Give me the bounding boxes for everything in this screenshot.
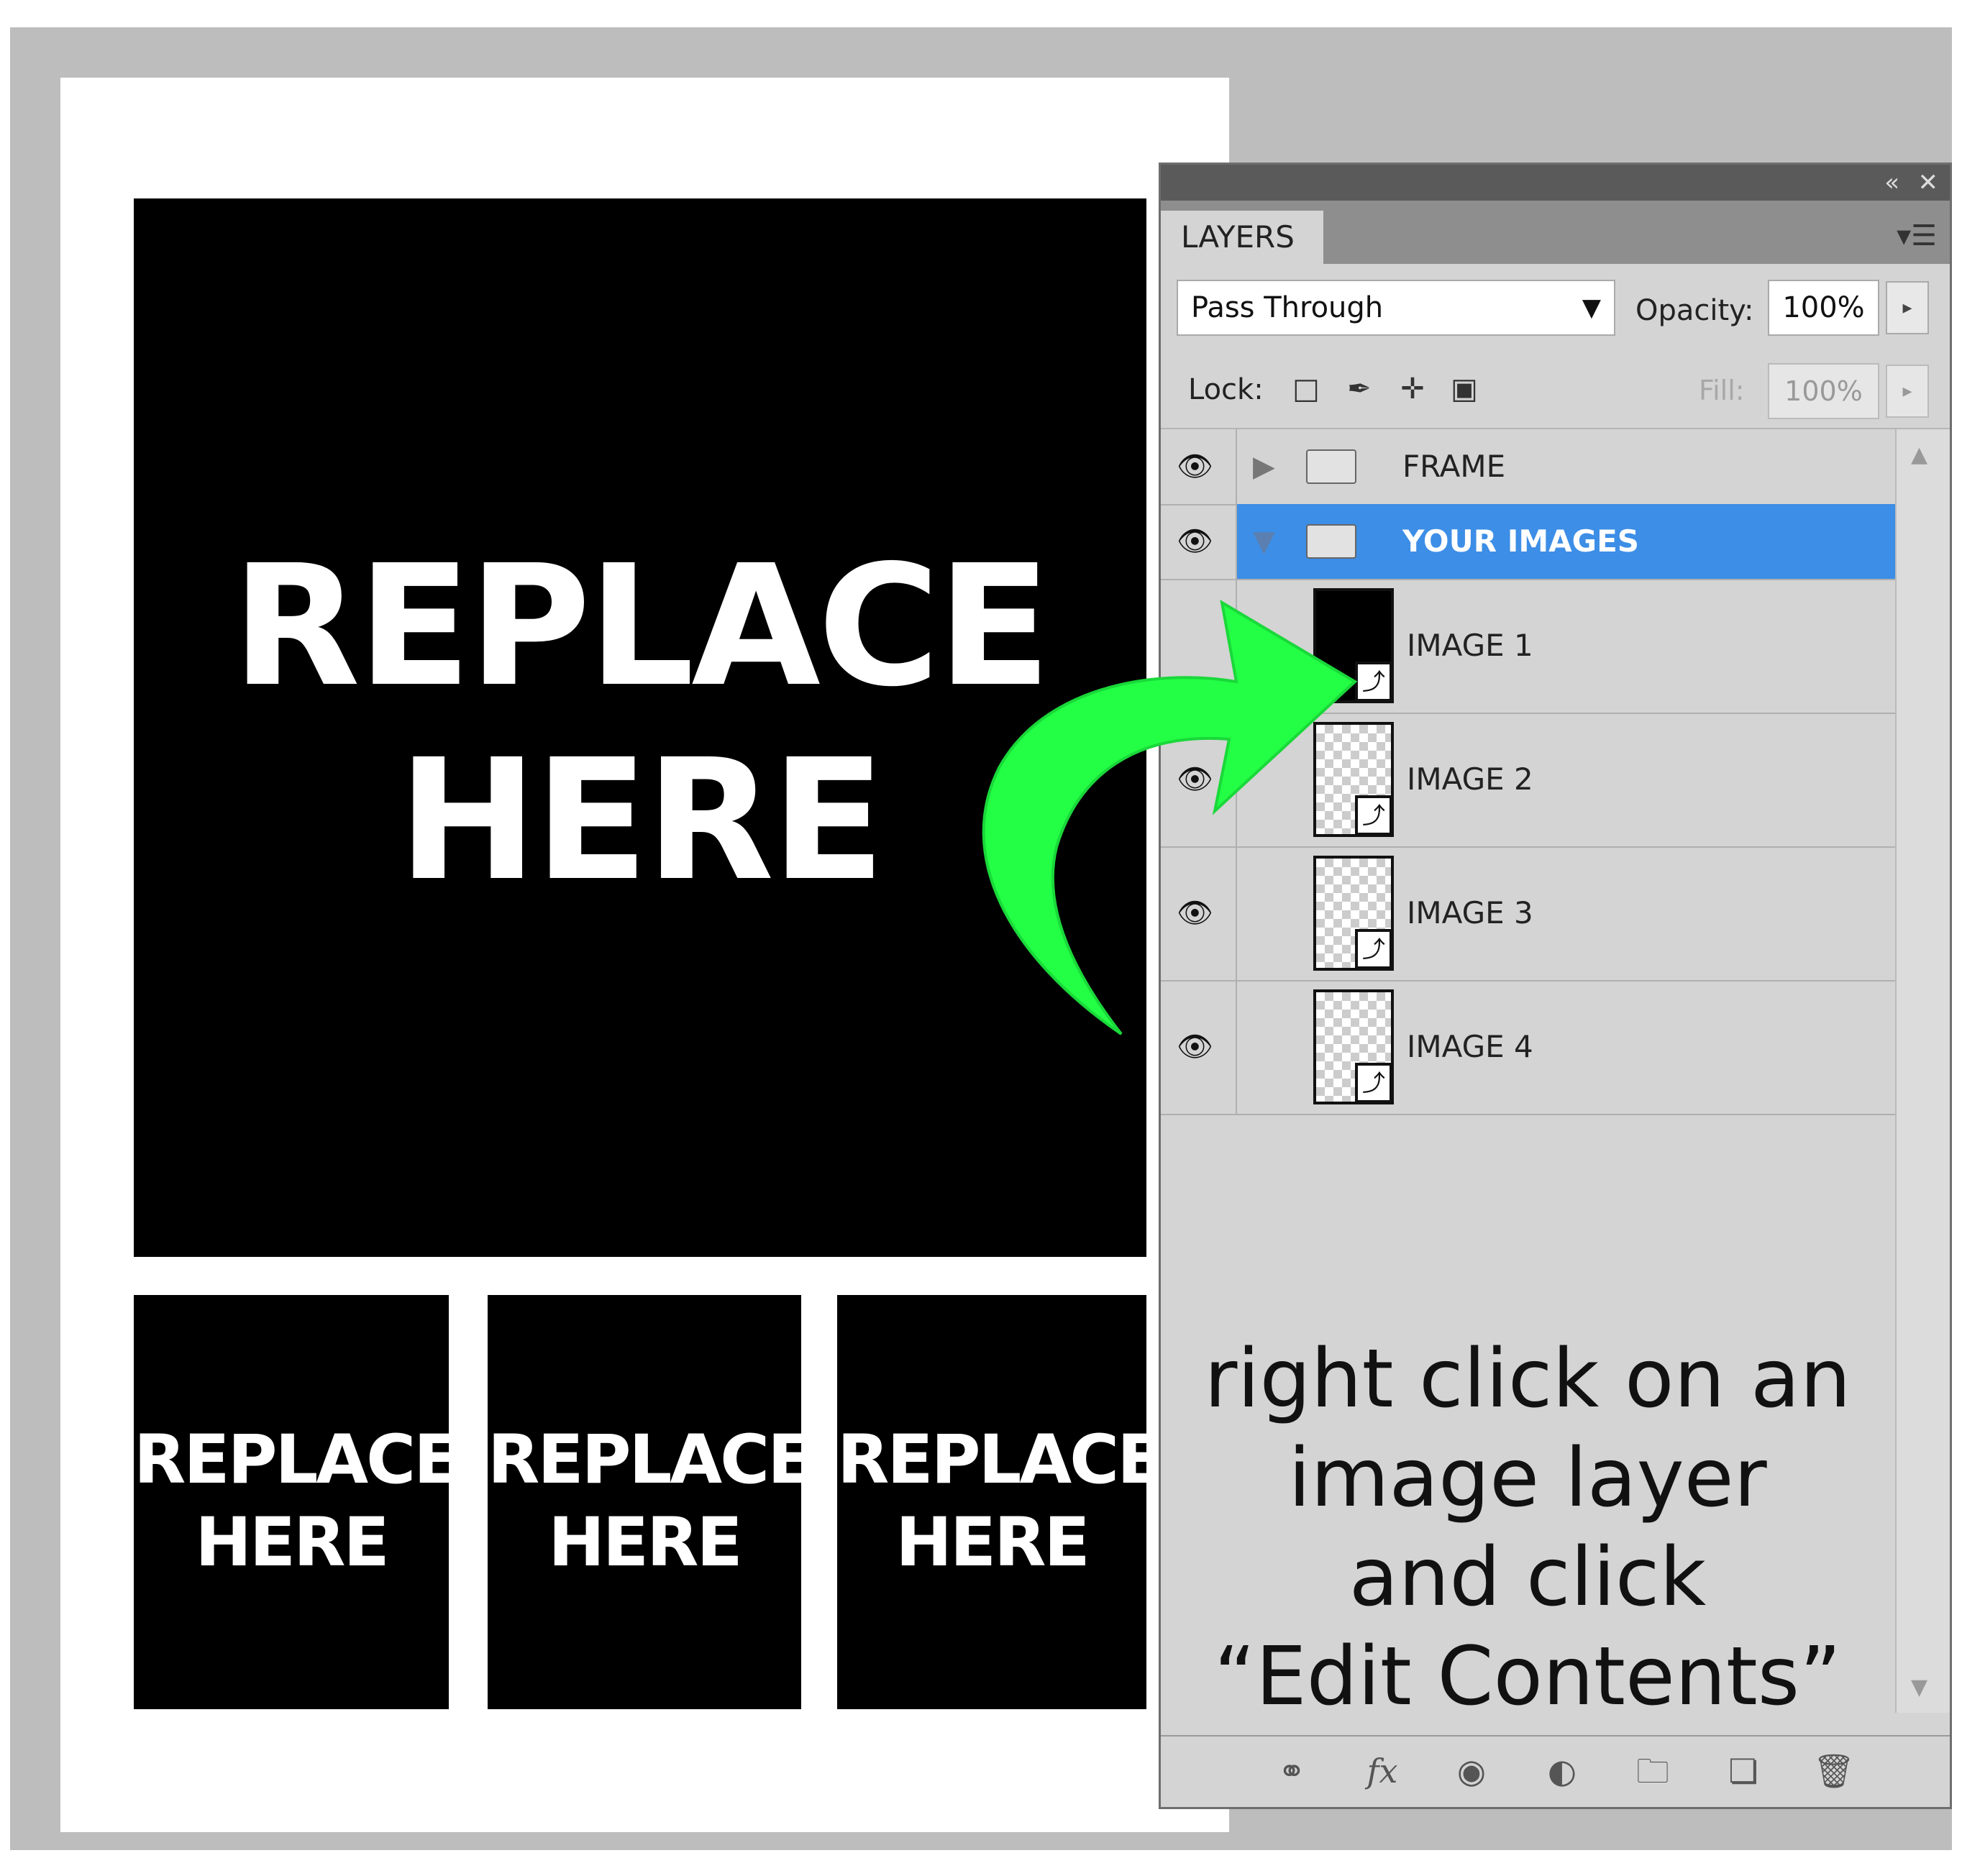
placeholder-text: REPLACE HERE	[134, 1419, 460, 1584]
layer-name: IMAGE 1	[1407, 628, 1533, 663]
panel-bottom-toolbar: ⚭ fx ◉ ◐ 🗀 ❏ 🗑	[1161, 1735, 1950, 1807]
expand-triangle-icon[interactable]: ▶	[1253, 449, 1275, 484]
opacity-slider-button[interactable]: ▸	[1886, 281, 1929, 334]
fill-label: Fill:	[1699, 375, 1745, 406]
blend-row: Pass Through ▼ Opacity: 100% ▸	[1161, 264, 1950, 349]
placeholder-text: REPLACE HERE	[488, 1419, 813, 1584]
opacity-label: Opacity:	[1635, 294, 1754, 327]
instruction-line-2: image layer	[1288, 1432, 1767, 1525]
lock-position-icon[interactable]: ✛	[1395, 372, 1430, 406]
workspace-backdrop: REPLACE HERE REPLACE HERE REPLACE HERE R…	[10, 27, 1952, 1850]
blend-mode-select[interactable]: Pass Through ▼	[1177, 280, 1615, 336]
placeholder-line-1: REPLACE	[134, 1421, 460, 1499]
fill-slider-button[interactable]: ▸	[1886, 365, 1929, 418]
trash-icon[interactable]: 🗑	[1812, 1749, 1856, 1793]
fill-input[interactable]: 100%	[1768, 363, 1879, 419]
instruction-text: right click on an image layer and click …	[1204, 1330, 1851, 1726]
panel-tab-row: LAYERS ▾☰	[1161, 201, 1950, 264]
placeholder-line-2: HERE	[548, 1504, 742, 1582]
lock-row: Lock: □ ✒ ✛ ▣ Fill: 100% ▸	[1161, 349, 1950, 429]
visibility-toggle[interactable]: 👁	[1161, 429, 1237, 504]
lock-label: Lock:	[1188, 373, 1264, 406]
lock-transparent-pixels-icon[interactable]: □	[1289, 372, 1323, 406]
placeholder-line-1: REPLACE	[488, 1421, 813, 1499]
small-image-placeholder-3[interactable]: REPLACE HERE	[837, 1295, 1163, 1709]
add-mask-icon[interactable]: ◉	[1450, 1749, 1493, 1793]
instruction-line-3: and click	[1349, 1531, 1707, 1624]
adjustment-layer-icon[interactable]: ◐	[1541, 1749, 1584, 1793]
layers-scrollbar[interactable]: ▲ ▼	[1895, 429, 1950, 1713]
small-image-placeholder-1[interactable]: REPLACE HERE	[134, 1295, 460, 1709]
panel-menu-icon[interactable]: ▾☰	[1897, 219, 1937, 252]
folder-icon	[1306, 449, 1356, 484]
layer-name: FRAME	[1402, 449, 1506, 484]
close-icon[interactable]: ✕	[1918, 169, 1939, 196]
double-chevron-left-icon[interactable]: «	[1884, 169, 1899, 196]
layer-name: IMAGE 4	[1407, 1029, 1533, 1064]
new-layer-icon[interactable]: ❏	[1722, 1749, 1765, 1793]
fx-icon[interactable]: fx	[1361, 1749, 1404, 1793]
scroll-down-icon[interactable]: ▼	[1911, 1675, 1927, 1700]
blend-mode-value: Pass Through	[1191, 291, 1384, 324]
placeholder-line-2: HERE	[895, 1504, 1090, 1582]
layer-row-frame[interactable]: 👁 ▶ FRAME	[1161, 429, 1897, 505]
lock-all-icon[interactable]: ▣	[1447, 372, 1482, 406]
layer-name: YOUR IMAGES	[1402, 523, 1640, 559]
layer-content[interactable]: ▶ FRAME	[1237, 429, 1897, 504]
instruction-line-1: right click on an	[1204, 1332, 1851, 1426]
tab-layers[interactable]: LAYERS	[1161, 211, 1323, 264]
placeholder-line-1: REPLACE	[837, 1421, 1163, 1499]
link-layers-icon[interactable]: ⚭	[1270, 1749, 1313, 1793]
layer-name: IMAGE 3	[1407, 895, 1533, 930]
placeholder-text: REPLACE HERE	[837, 1419, 1163, 1584]
instruction-line-4: “Edit Contents”	[1213, 1630, 1842, 1724]
green-arrow-icon	[982, 600, 1358, 1035]
small-image-placeholder-2[interactable]: REPLACE HERE	[488, 1295, 813, 1709]
lock-image-pixels-icon[interactable]: ✒	[1342, 372, 1377, 406]
panel-titlebar[interactable]: « ✕	[1161, 165, 1950, 201]
scroll-up-icon[interactable]: ▲	[1911, 442, 1927, 467]
chevron-down-icon: ▼	[1582, 293, 1601, 322]
smart-object-icon: ⤴	[1355, 1063, 1391, 1102]
placeholder-line-2: HERE	[195, 1504, 389, 1582]
new-group-icon[interactable]: 🗀	[1631, 1749, 1674, 1793]
opacity-input[interactable]: 100%	[1768, 280, 1879, 336]
eye-icon[interactable]: 👁	[1177, 449, 1213, 484]
layer-name: IMAGE 2	[1407, 761, 1533, 797]
